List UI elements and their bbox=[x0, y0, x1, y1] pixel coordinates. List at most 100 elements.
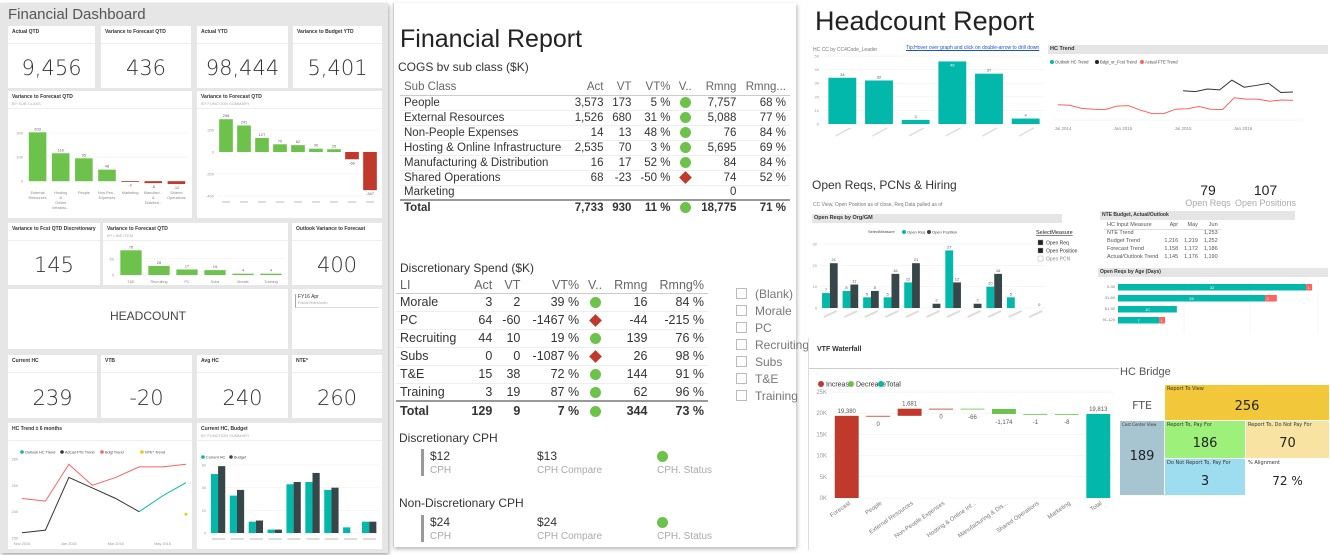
category-label: Shared bbox=[170, 191, 182, 195]
column-header[interactable]: Act bbox=[569, 80, 608, 96]
column-header[interactable]: Rmng bbox=[606, 278, 652, 294]
chart-tile-subclass[interactable]: Variance to Forecast QTD BY SUB CLASS 0 10… bbox=[8, 91, 192, 218]
headcount-section-tile[interactable]: HEADCOUNT bbox=[8, 289, 288, 349]
cell-rmng: 7,757 bbox=[696, 95, 741, 111]
column-header[interactable]: VT% bbox=[635, 80, 675, 96]
kpi-tile[interactable]: Outlook Variance to Forecast 400 bbox=[292, 223, 382, 285]
category-label-blurred bbox=[257, 201, 267, 203]
drill-tip-link[interactable]: Tip:Hover over graph and click on double… bbox=[906, 45, 1039, 51]
category-label-blurred bbox=[1008, 310, 1023, 318]
data-label: 16 bbox=[996, 268, 1001, 273]
cell-rmngp: 98 % bbox=[651, 347, 708, 366]
kpi-tile[interactable]: NTE* 260 bbox=[292, 355, 382, 418]
cell-act: 0 bbox=[465, 347, 497, 366]
checkbox[interactable] bbox=[736, 322, 747, 333]
kpi-tile[interactable]: Avg HC 240 bbox=[197, 355, 288, 418]
table-row: Forecast Trend 1,158 1,172 1,186 bbox=[1104, 245, 1221, 253]
legend-marker bbox=[878, 381, 884, 387]
report-to-pay-for-cell[interactable]: Report To, Pay For 186 bbox=[1165, 421, 1245, 458]
cell-vt: -23 bbox=[607, 170, 636, 186]
category-label: Infrastru... bbox=[52, 206, 69, 210]
column-header[interactable]: LI bbox=[396, 278, 466, 294]
cell: 1,216 bbox=[1164, 238, 1179, 244]
cell-vt: 0 bbox=[496, 347, 525, 366]
category-label-blurred bbox=[946, 310, 961, 318]
chart-tile-function[interactable]: Variance to Forecast QTD BY FUNCTION SUMM… bbox=[197, 91, 382, 218]
chart-tile-hc-budget[interactable]: Current HC, Budget BY FUNCTION SUMMARY Cu… bbox=[197, 423, 382, 549]
kpi-tile[interactable]: Variance to Fcst QTD Discretionary 145 bbox=[8, 223, 100, 285]
table-row: T&E 15 38 72 % 144 91 % bbox=[396, 365, 708, 384]
category-label-blurred bbox=[347, 201, 357, 203]
kpi-tile[interactable]: Actual QTD 9,456 bbox=[8, 26, 95, 88]
kpi-value: 79 bbox=[1200, 182, 1216, 198]
column-header[interactable]: Rmng% bbox=[651, 278, 708, 294]
data-label: 37 bbox=[987, 68, 992, 73]
tick-label: 15K bbox=[816, 432, 827, 438]
column-header[interactable]: Act bbox=[465, 278, 497, 294]
cost-center-view-cell[interactable]: Cost Center View 189 bbox=[1120, 421, 1164, 495]
column-header[interactable]: VT bbox=[496, 278, 525, 294]
category-label-blurred bbox=[823, 310, 838, 318]
status-good-icon bbox=[679, 156, 691, 168]
slicer-item[interactable]: Recruiting bbox=[736, 336, 809, 353]
legend-marker bbox=[1095, 60, 1099, 64]
column-header[interactable]: VT bbox=[607, 80, 636, 96]
chart-tile-hc-trend[interactable]: HC Trend ± 6 months Outlook HC Trend Actu… bbox=[8, 423, 192, 549]
slicer-item[interactable]: T&E bbox=[736, 370, 809, 387]
checkbox[interactable] bbox=[736, 373, 747, 384]
column-header[interactable]: Sub Class bbox=[400, 80, 570, 96]
legend-label: Open Position bbox=[932, 230, 957, 235]
table-row: People 3,573 173 5 % 7,757 68 % bbox=[400, 95, 790, 111]
bar bbox=[237, 125, 251, 152]
waterfall-bar bbox=[929, 408, 954, 410]
checkbox[interactable] bbox=[736, 390, 747, 401]
legend-label: Outlook HC Trend bbox=[1055, 60, 1089, 65]
bar bbox=[331, 487, 339, 533]
kpi-tile[interactable]: Variance to Forecast QTD 436 bbox=[101, 26, 191, 88]
column-header[interactable]: Rmng... bbox=[740, 80, 790, 96]
category-label-blurred bbox=[230, 538, 244, 540]
checkbox[interactable] bbox=[736, 305, 747, 316]
slicer-item[interactable]: PC bbox=[736, 319, 809, 336]
cell: 1,253 bbox=[1203, 230, 1218, 237]
kpi-tile[interactable]: Current HC 239 bbox=[8, 355, 97, 418]
slicer-item[interactable]: Subs bbox=[736, 353, 809, 370]
slicer-item[interactable]: Training bbox=[736, 387, 809, 404]
cell-value: 70 bbox=[1279, 436, 1296, 451]
column-header[interactable]: V.. bbox=[674, 80, 697, 96]
kpi-tile[interactable]: Variance to Budget YTD 5,401 bbox=[293, 26, 382, 88]
bar bbox=[204, 270, 226, 275]
slicer-item[interactable]: (Blank) bbox=[736, 285, 809, 302]
tick-label: 0K bbox=[820, 496, 827, 502]
category-label-blurred bbox=[221, 201, 231, 203]
cell bbox=[1181, 229, 1201, 237]
series-line bbox=[138, 482, 187, 513]
checkbox[interactable] bbox=[736, 288, 747, 299]
cell-status bbox=[674, 170, 697, 186]
legend-label: NTE* Trend bbox=[145, 451, 165, 455]
checkbox[interactable] bbox=[736, 356, 747, 367]
kpi-tile[interactable]: Actual YTD 98,444 bbox=[197, 26, 288, 88]
cell-rmng: 5,695 bbox=[696, 140, 741, 156]
chart-tile-lineitem[interactable]: Variance to Forecast QTD BY LINE ITEM 0 50… bbox=[103, 223, 288, 285]
checkbox[interactable] bbox=[736, 339, 747, 350]
table-header: LI Act VT VT% V.. Rmng Rmng% bbox=[396, 278, 708, 294]
cell-act: 1,526 bbox=[569, 110, 608, 126]
chart-svg: Outlook HC Trend Actual FTE Trend Bdgt Tre… bbox=[12, 450, 188, 546]
no-report-pay-cell[interactable]: Do Not Report To, Pay For 3 bbox=[1165, 459, 1245, 495]
legend-title: SelectMeasure bbox=[868, 229, 895, 234]
column-header[interactable]: VT% bbox=[524, 278, 584, 294]
kpi-tile[interactable]: VTB -20 bbox=[101, 355, 192, 418]
cell-vtp: 3 % bbox=[635, 140, 675, 156]
slicer-item[interactable]: Morale bbox=[736, 302, 809, 319]
column-header[interactable]: V.. bbox=[583, 278, 607, 294]
cell-vt: 70 bbox=[607, 140, 636, 156]
data-label: 4 bbox=[1025, 113, 1028, 118]
column-header[interactable]: Rmng bbox=[696, 80, 741, 96]
report-to-view-cell[interactable]: Report To View 256 bbox=[1165, 385, 1329, 420]
bar bbox=[28, 132, 47, 182]
tick-label: -400 bbox=[206, 194, 215, 199]
bar bbox=[938, 61, 967, 124]
period-card[interactable]: FY16 Apr FiscalYearMonth bbox=[292, 289, 382, 349]
report-to-no-pay-cell[interactable]: Report To, Do Not Pay For 70 bbox=[1246, 421, 1329, 458]
